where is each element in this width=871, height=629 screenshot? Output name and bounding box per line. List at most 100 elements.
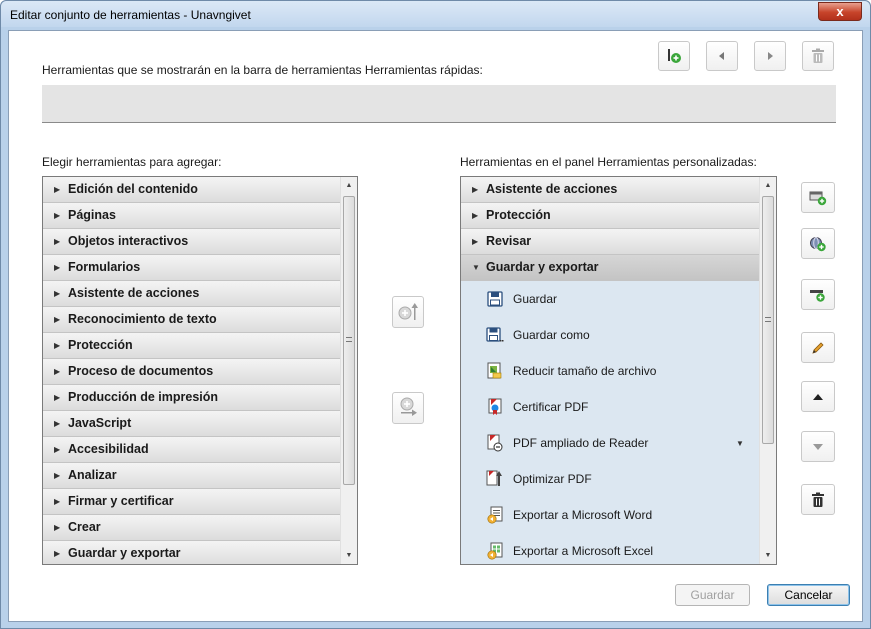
group-label: Formularios: [68, 260, 141, 274]
chevron-down-icon: ▼: [472, 263, 480, 272]
rename-button[interactable]: [801, 332, 835, 363]
tool-item[interactable]: Exportar a Microsoft Excel: [461, 533, 776, 564]
tool-item[interactable]: Reducir tamaño de archivo: [461, 353, 776, 389]
certify-pdf-icon: [486, 398, 504, 416]
group-row[interactable]: ▶ Crear: [43, 515, 357, 541]
group-label: Producción de impresión: [68, 390, 219, 404]
group-row[interactable]: ▶ Páginas: [43, 203, 357, 229]
add-menu-button[interactable]: [801, 228, 835, 259]
triangle-right-icon: [768, 52, 773, 60]
quick-tools-bar[interactable]: [42, 85, 836, 123]
dialog-body: Herramientas que se mostrarán en la barr…: [8, 30, 863, 622]
group-row[interactable]: ▶ Guardar y exportar: [43, 541, 357, 564]
close-button[interactable]: x: [818, 2, 862, 21]
group-open-save-export[interactable]: ▼ Guardar y exportar: [461, 255, 776, 281]
grip-icon: [765, 317, 771, 322]
group-row[interactable]: ▶ Accesibilidad: [43, 437, 357, 463]
group-label: Asistente de acciones: [68, 286, 200, 300]
group-row[interactable]: ▶ Formularios: [43, 255, 357, 281]
dialog-window: Editar conjunto de herramientas - Unavng…: [0, 0, 871, 629]
group-row[interactable]: ▶ Asistente de acciones: [43, 281, 357, 307]
remove-tool-button[interactable]: [392, 392, 424, 424]
tool-item[interactable]: Guardar como: [461, 317, 776, 353]
tool-item[interactable]: Optimizar PDF: [461, 461, 776, 497]
left-scrollbar[interactable]: ▲ ▼: [340, 177, 357, 564]
group-label: Páginas: [68, 208, 116, 222]
group-row[interactable]: ▶ Revisar: [461, 229, 776, 255]
floppy-disk-icon: [486, 290, 504, 308]
group-label: Protección: [68, 338, 133, 352]
group-row[interactable]: ▶ Objetos interactivos: [43, 229, 357, 255]
move-down-button[interactable]: [801, 431, 835, 462]
chevron-right-icon: ▶: [54, 315, 61, 324]
scroll-down-icon[interactable]: ▼: [760, 547, 776, 564]
group-row[interactable]: ▶ Reconocimiento de texto: [43, 307, 357, 333]
pencil-icon: [812, 341, 824, 354]
group-row[interactable]: ▶ Firmar y certificar: [43, 489, 357, 515]
group-label: Accesibilidad: [68, 442, 149, 456]
group-row[interactable]: ▶ Producción de impresión: [43, 385, 357, 411]
tool-label: Exportar a Microsoft Excel: [513, 544, 654, 558]
add-separator-button[interactable]: [658, 41, 690, 71]
group-row[interactable]: ▶ JavaScript: [43, 411, 357, 437]
choose-tools-list[interactable]: ▶ Edición del contenido ▶ Páginas ▶ Objetos i…: [42, 176, 358, 565]
tool-label: Reducir tamaño de archivo: [513, 364, 657, 378]
new-panel-icon: [809, 191, 827, 205]
add-tool-button[interactable]: [392, 296, 424, 328]
chevron-right-icon: ▶: [54, 471, 61, 480]
optimize-pdf-icon: [486, 470, 504, 488]
tool-item[interactable]: Certificar PDF: [461, 389, 776, 425]
dropdown-arrow-icon[interactable]: ▼: [736, 439, 744, 448]
add-line-icon: [810, 289, 825, 302]
reader-extended-icon: [486, 434, 504, 452]
window-title: Editar conjunto de herramientas - Unavng…: [10, 8, 251, 22]
right-scrollbar[interactable]: ▲ ▼: [759, 177, 776, 564]
save-as-icon: [486, 326, 504, 344]
right-scroll-thumb[interactable]: [762, 196, 774, 444]
new-panel-button[interactable]: [801, 182, 835, 213]
grip-icon: [346, 337, 352, 342]
triangle-down-icon: [813, 443, 823, 450]
tool-label: Certificar PDF: [513, 400, 589, 414]
export-word-icon: [486, 506, 504, 524]
scroll-up-icon[interactable]: ▲: [341, 177, 357, 194]
group-row[interactable]: ▶ Analizar: [43, 463, 357, 489]
tool-item[interactable]: PDF ampliado de Reader ▼: [461, 425, 776, 461]
scroll-down-icon[interactable]: ▼: [341, 547, 357, 564]
group-row[interactable]: ▶ Proceso de documentos: [43, 359, 357, 385]
left-scroll-thumb[interactable]: [343, 196, 355, 485]
choose-tools-groups: ▶ Edición del contenido ▶ Páginas ▶ Objetos i…: [43, 177, 357, 564]
custom-tools-list[interactable]: ▶ Asistente de acciones ▶ Protección ▶ Revisa…: [460, 176, 777, 565]
group-label: Objetos interactivos: [68, 234, 189, 248]
quick-tools-label: Herramientas que se mostrarán en la barr…: [42, 63, 483, 77]
delete-quick-tool-button[interactable]: [802, 41, 834, 71]
group-label: Revisar: [486, 234, 532, 248]
title-bar[interactable]: Editar conjunto de herramientas - Unavng…: [1, 1, 870, 27]
tool-item[interactable]: Guardar: [461, 281, 776, 317]
scroll-up-icon[interactable]: ▲: [760, 177, 776, 194]
choose-tools-label: Elegir herramientas para agregar:: [42, 155, 222, 169]
chevron-right-icon: ▶: [54, 185, 61, 194]
delete-tool-button[interactable]: [801, 484, 835, 515]
add-divider-button[interactable]: [801, 279, 835, 310]
add-up-icon: [398, 303, 418, 320]
group-row[interactable]: ▶ Protección: [461, 203, 776, 229]
export-excel-icon: [486, 542, 504, 560]
group-label: Reconocimiento de texto: [68, 312, 217, 326]
group-row[interactable]: ▶ Edición del contenido: [43, 177, 357, 203]
chevron-right-icon: ▶: [54, 237, 61, 246]
tool-item[interactable]: Exportar a Microsoft Word: [461, 497, 776, 533]
group-row[interactable]: ▶ Asistente de acciones: [461, 177, 776, 203]
move-right-button[interactable]: [754, 41, 786, 71]
group-row[interactable]: ▶ Protección: [43, 333, 357, 359]
move-up-button[interactable]: [801, 381, 835, 412]
move-left-button[interactable]: [706, 41, 738, 71]
chevron-right-icon: ▶: [54, 211, 61, 220]
cancel-button[interactable]: Cancelar: [767, 584, 850, 606]
trash-icon: [812, 48, 824, 63]
chevron-right-icon: ▶: [54, 263, 61, 272]
tool-label: Optimizar PDF: [513, 472, 592, 486]
group-label: Proceso de documentos: [68, 364, 214, 378]
tool-label: PDF ampliado de Reader: [513, 436, 649, 450]
save-button[interactable]: Guardar: [675, 584, 750, 606]
